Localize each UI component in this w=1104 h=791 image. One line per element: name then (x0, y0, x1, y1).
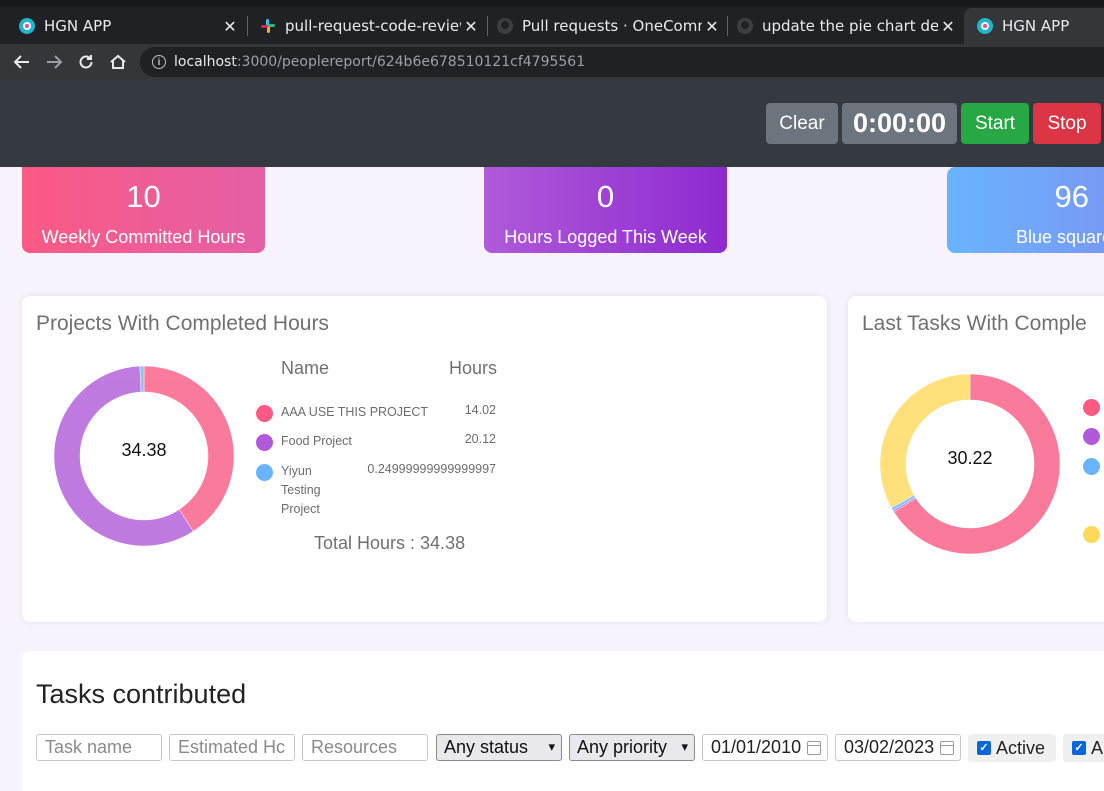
legend-name: Yiyun Testing Project (281, 464, 321, 516)
second-checkbox-label: A (1091, 737, 1104, 758)
tab-title: HGN APP (1002, 17, 1070, 35)
stat-value: 96 (1054, 179, 1089, 214)
url-text: localhost:3000/peoplereport/624b6e678510… (174, 54, 586, 70)
active-label: Active (996, 737, 1046, 758)
browser-tab-strip: HGN APP ✕ pull-request-code-review ✕ Pul… (0, 0, 1104, 44)
hgn-logo-icon (18, 17, 36, 35)
legend-name-header: Name (281, 358, 330, 378)
to-date-input[interactable]: 03/02/2023 (835, 734, 961, 761)
resources-input[interactable]: Resources (302, 734, 428, 761)
site-info-icon[interactable]: i (152, 55, 166, 69)
donut-slice[interactable] (879, 373, 971, 509)
weekly-committed-hours-card: 10 Weekly Committed Hours (22, 167, 265, 253)
browser-tab-1[interactable]: HGN APP ✕ (0, 8, 246, 44)
task-name-input[interactable]: Task name (36, 734, 162, 761)
section-title: Tasks contributed (36, 679, 247, 709)
address-bar[interactable]: i localhost:3000/peoplereport/624b6e6785… (140, 47, 1104, 77)
tab-title: pull-request-code-review (285, 17, 461, 35)
browser-tab-3[interactable]: Pull requests · OneComm ✕ (478, 8, 728, 44)
checkbox-checked-icon[interactable]: ✓ (1072, 741, 1086, 755)
reload-icon[interactable] (74, 50, 98, 74)
stat-label: Weekly Committed Hours (41, 227, 246, 247)
legend-swatch (1083, 458, 1100, 475)
priority-select[interactable]: Any priority ▾ (569, 734, 695, 761)
timer-display: 0:00:00 (842, 103, 957, 144)
legend-hours: 0.24999999999999997 (367, 462, 496, 476)
browser-tab-2[interactable]: pull-request-code-review ✕ (241, 8, 487, 44)
legend-hours-header: Hours (449, 358, 498, 378)
back-arrow-icon[interactable] (10, 50, 34, 74)
browser-toolbar: i localhost:3000/peoplereport/624b6e6785… (0, 44, 1104, 80)
calendar-icon[interactable] (807, 741, 821, 755)
blue-square-card: 96 Blue square (947, 167, 1104, 253)
app-header: Clear 0:00:00 Start Stop (0, 80, 1104, 167)
legend-swatch (256, 464, 273, 481)
clear-button[interactable]: Clear (766, 103, 838, 144)
estimated-hours-input[interactable]: Estimated Hc (169, 734, 295, 761)
legend-swatch (256, 434, 273, 451)
chevron-down-icon: ▾ (548, 739, 555, 754)
stat-value: 0 (596, 179, 615, 214)
priority-select-value: Any priority (577, 737, 668, 757)
github-icon (496, 17, 514, 35)
legend-swatch (1083, 428, 1100, 445)
github-icon (736, 17, 754, 35)
hours-logged-card: 0 Hours Logged This Week (484, 167, 727, 253)
from-date-value: 01/01/2010 (711, 737, 802, 757)
tab-title: HGN APP (44, 17, 112, 35)
browser-tab-5-active[interactable]: HGN APP (964, 8, 1104, 44)
legend-swatch (256, 405, 273, 422)
panel-title: Last Tasks With Comple (862, 312, 1087, 335)
legend-hours: 14.02 (464, 403, 496, 417)
checkbox-checked-icon[interactable]: ✓ (977, 741, 991, 755)
projects-completed-hours-panel: Projects With Completed Hours 34.38 Name… (22, 296, 827, 622)
chevron-down-icon: ▾ (681, 739, 688, 754)
tab-title: Pull requests · OneComm (522, 17, 702, 35)
tab-title: update the pie chart detai (762, 17, 938, 35)
last-tasks-panel: Last Tasks With Comple 30.22 (848, 296, 1104, 622)
browser-tab-4[interactable]: update the pie chart detai ✕ (718, 8, 964, 44)
stat-label: Hours Logged This Week (504, 227, 707, 247)
close-icon[interactable]: ✕ (220, 17, 240, 36)
total-hours: Total Hours : 34.38 (314, 533, 466, 553)
tasks-contributed-section: Tasks contributed Task name Estimated Hc… (22, 651, 1104, 791)
second-checkbox[interactable]: ✓ A (1063, 734, 1104, 762)
from-date-input[interactable]: 01/01/2010 (702, 734, 828, 761)
donut-center-value: 34.38 (121, 440, 167, 460)
slack-icon (259, 17, 277, 35)
stop-button[interactable]: Stop (1033, 103, 1101, 144)
close-icon[interactable]: ✕ (938, 17, 958, 36)
legend-hours: 20.12 (464, 432, 496, 446)
to-date-value: 03/02/2023 (844, 737, 935, 757)
forward-arrow-icon[interactable] (42, 50, 66, 74)
stat-value: 10 (126, 179, 161, 214)
active-checkbox[interactable]: ✓ Active (968, 734, 1056, 762)
legend-swatch (1083, 399, 1100, 416)
stat-label: Blue square (1016, 227, 1104, 247)
donut-center-value: 30.22 (947, 448, 993, 468)
panel-title: Projects With Completed Hours (36, 312, 329, 335)
start-button[interactable]: Start (961, 103, 1029, 144)
home-icon[interactable] (106, 50, 130, 74)
hgn-logo-icon (976, 17, 994, 35)
legend-swatch (1083, 526, 1100, 543)
status-select-value: Any status (444, 737, 529, 757)
calendar-icon[interactable] (940, 741, 954, 755)
tab-strip-top (0, 0, 1104, 6)
status-select[interactable]: Any status ▾ (436, 734, 562, 761)
